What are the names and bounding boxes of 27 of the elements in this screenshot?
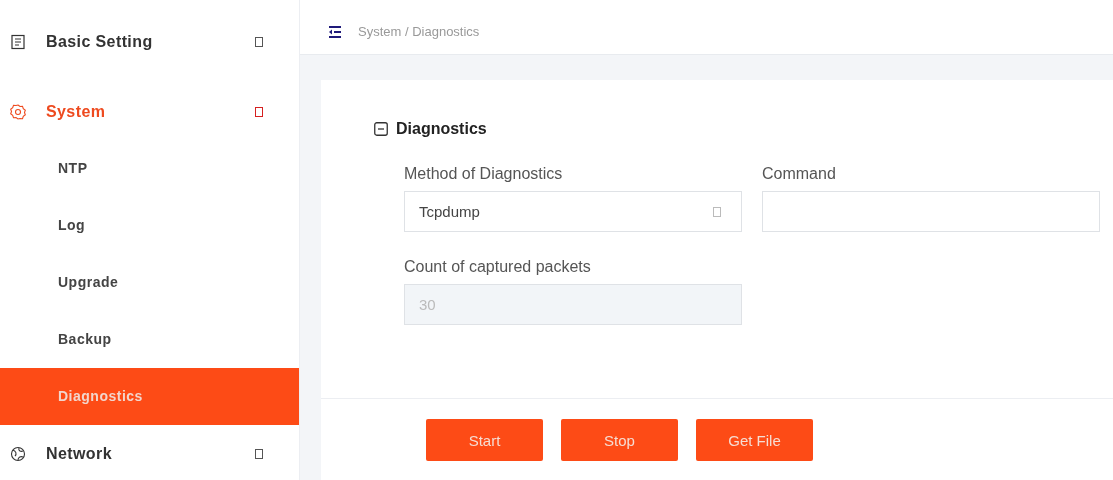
breadcrumb: System / Diagnostics: [358, 24, 480, 39]
section-title: Diagnostics: [396, 120, 487, 138]
globe-icon: [10, 445, 26, 462]
field-label: Method of Diagnostics: [404, 165, 564, 183]
square-icon: [713, 206, 721, 217]
field-label: Count of captured packets: [404, 258, 592, 276]
square-icon: [255, 106, 263, 117]
collapse-icon[interactable]: [374, 122, 388, 136]
square-icon: [255, 448, 263, 459]
submenu-item[interactable]: NTP: [0, 140, 299, 197]
submenu-item[interactable]: Backup: [0, 311, 299, 368]
menu-label: Basic Setting: [46, 32, 154, 51]
menu-label: System: [46, 102, 107, 121]
sidebar-item[interactable]: System: [0, 83, 299, 140]
sidebar-item[interactable]: Network: [0, 425, 299, 480]
sidebar-item[interactable]: Basic Setting: [0, 13, 299, 70]
submenu-item[interactable]: Upgrade: [0, 254, 299, 311]
select-value: Tcpdump: [419, 203, 481, 220]
collapse-menu-icon[interactable]: [328, 26, 342, 38]
document-icon: [10, 33, 26, 50]
field-label: Command: [762, 165, 837, 183]
gear-icon: [10, 103, 26, 120]
menu-label: Network: [46, 444, 113, 463]
square-icon: [255, 36, 263, 47]
select-field[interactable]: Tcpdump: [404, 191, 742, 232]
input-field[interactable]: [762, 191, 1100, 232]
submenu-item[interactable]: Log: [0, 197, 299, 254]
